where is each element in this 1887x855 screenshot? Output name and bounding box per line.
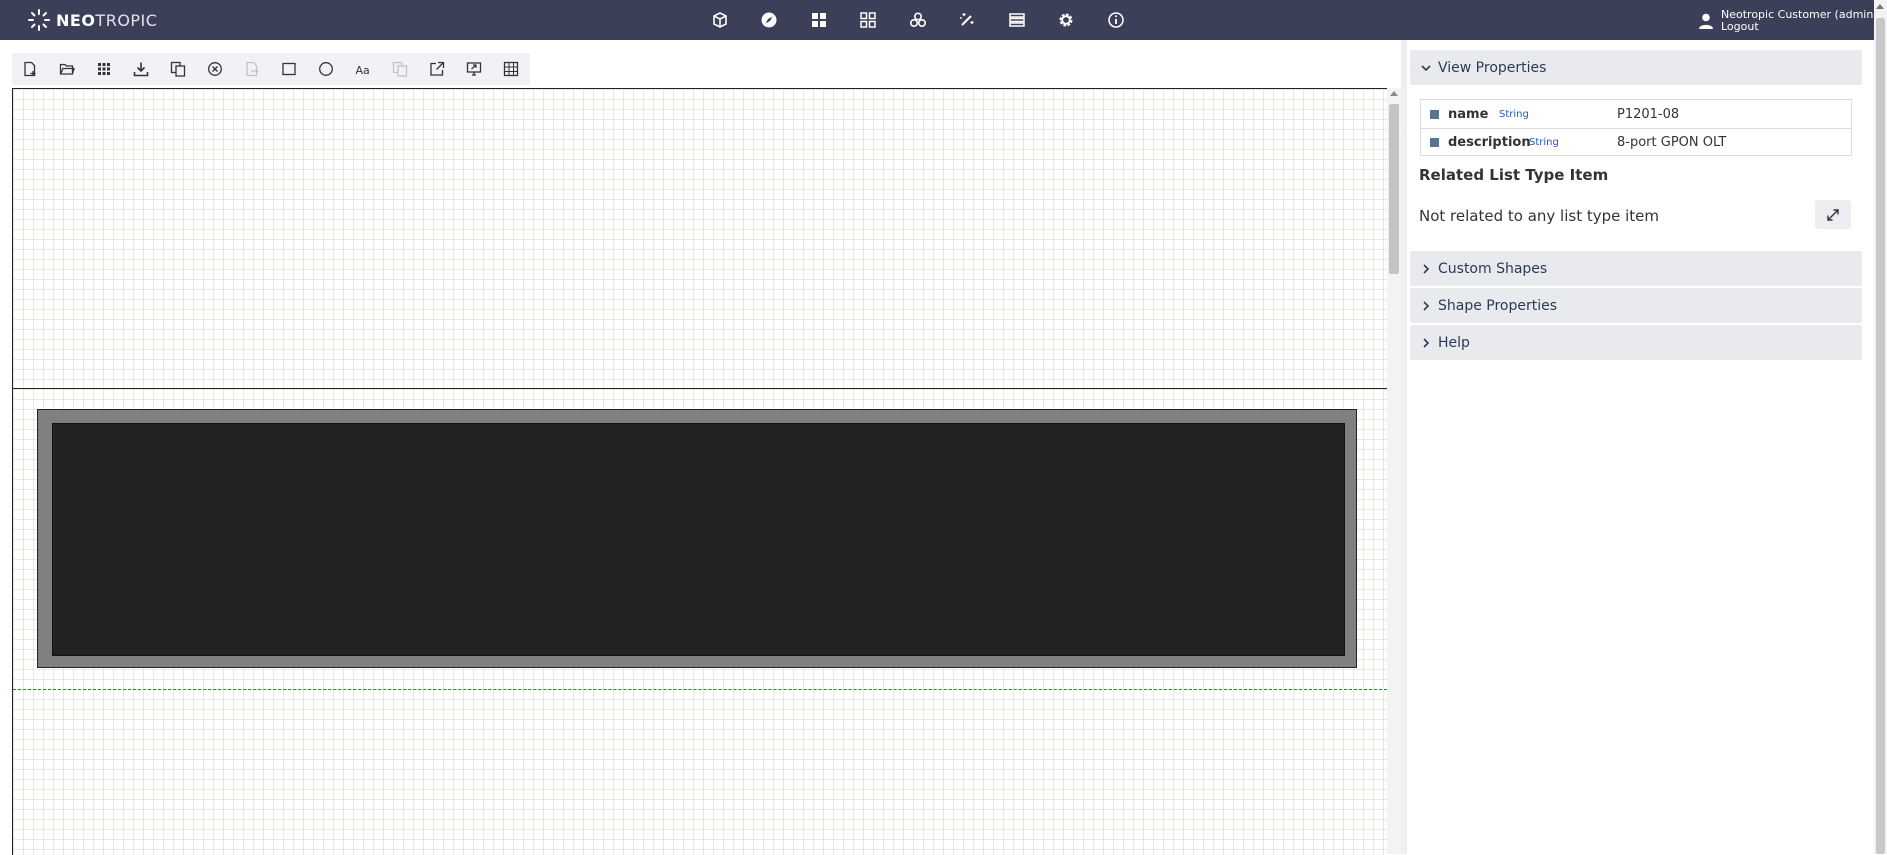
property-row-name[interactable]: name String P1201-08 [1421,100,1851,128]
rack-slot-divider [13,388,1387,389]
open-external-icon [430,61,445,76]
table-grid-button[interactable] [499,57,523,81]
chevron-right-icon [1423,263,1430,274]
property-type: String [1529,136,1559,148]
disabled-duplicate-icon [392,61,408,77]
relate-list-type-button[interactable] [1815,200,1851,229]
neotropic-logo[interactable]: NEOTROPIC [26,7,157,33]
property-row-description[interactable]: description String 8-port GPON OLT [1421,128,1851,156]
custom-shapes-title: Custom Shapes [1438,260,1548,277]
download-button[interactable] [129,57,153,81]
rack-device-shape[interactable] [37,409,1357,668]
delete-circle-icon [208,62,222,76]
open-button[interactable] [55,57,79,81]
gear-icon[interactable] [1054,8,1078,32]
chevron-right-icon [1423,300,1430,311]
related-list-type-title: Related List Type Item [1419,166,1609,184]
list-icon[interactable] [1005,8,1029,32]
chevron-down-icon [1421,64,1431,71]
export-button-disabled [240,57,264,81]
view-properties-header[interactable]: View Properties [1410,50,1862,85]
delete-button[interactable] [203,57,227,81]
rectangle-tool[interactable] [277,57,301,81]
selection-guide-line [13,689,1387,690]
circle-icon [319,62,333,76]
panel-splitter[interactable] [1401,40,1407,854]
open-folder-icon [59,63,75,75]
logo-text-light: TROPIC [95,10,158,30]
related-list-type-status: Not related to any list type item [1419,207,1660,225]
user-menu[interactable]: Neotropic Customer (admin) Logout [1697,8,1878,34]
copy-button[interactable] [166,57,190,81]
property-value[interactable]: 8-port GPON OLT [1617,135,1726,150]
grid-icon[interactable] [856,8,880,32]
table-grid-icon [503,61,519,77]
logo-text-bold: NEO [56,10,96,30]
page-scrollbar[interactable] [1874,0,1887,854]
circle-tool[interactable] [314,57,338,81]
screen-export-icon [466,62,482,76]
download-icon [133,62,149,77]
property-value[interactable]: P1201-08 [1617,107,1679,122]
arrows-expand-icon [1827,208,1839,221]
rack-view-canvas[interactable] [12,88,1387,855]
page-scrollbar-thumb[interactable] [1876,18,1885,854]
canvas-scrollbar-thumb[interactable] [1389,104,1399,274]
info-icon[interactable] [1104,8,1128,32]
help-header[interactable]: Help [1410,325,1862,360]
canvas-scrollbar[interactable] [1387,88,1401,854]
duplicate-button-disabled [388,57,412,81]
cluster-icon[interactable] [906,8,930,32]
copy-icon [170,61,186,77]
property-type: String [1499,108,1529,120]
logo-sun-icon [28,9,50,31]
logout-link[interactable]: Logout [1721,21,1878,33]
properties-panel: View Properties name String P1201-08 des… [1410,50,1862,854]
magic-wand-icon[interactable] [955,8,979,32]
shape-properties-header[interactable]: Shape Properties [1410,288,1862,323]
top-bar: NEOTROPIC Neotropic Customer (admin) Log… [0,0,1887,40]
dashboard-icon[interactable] [807,8,831,32]
cube-icon[interactable] [708,8,732,32]
new-file-icon [24,61,36,77]
property-sheet: name String P1201-08 description String … [1420,99,1852,156]
palette-icon [98,63,110,75]
text-tool[interactable]: Aa [351,57,375,81]
shape-properties-title: Shape Properties [1438,297,1558,314]
svg-text:Aa: Aa [356,64,370,77]
property-name: name [1448,106,1489,122]
scroll-up-arrow-icon[interactable] [1390,91,1398,96]
open-external-button[interactable] [425,57,449,81]
disabled-export-icon [246,61,259,77]
rectangle-icon [282,62,296,76]
rack-device-body[interactable] [52,423,1345,656]
custom-shapes-header[interactable]: Custom Shapes [1410,251,1862,286]
screen-export-button[interactable] [462,57,486,81]
logo-text: NEOTROPIC [56,11,157,30]
palette-button[interactable] [92,57,116,81]
help-title: Help [1438,334,1470,351]
compass-icon[interactable] [757,8,781,32]
text-icon: Aa [356,64,370,77]
new-file-button[interactable] [18,57,42,81]
user-icon [1699,13,1713,29]
property-marker-icon [1430,137,1439,147]
page-scroll-up-arrow-icon[interactable] [1876,4,1884,9]
chevron-right-icon [1423,337,1430,348]
view-properties-title: View Properties [1438,59,1547,76]
editor-toolbar: Aa [12,53,530,85]
property-name: description [1448,134,1531,150]
property-marker-icon [1430,109,1439,119]
